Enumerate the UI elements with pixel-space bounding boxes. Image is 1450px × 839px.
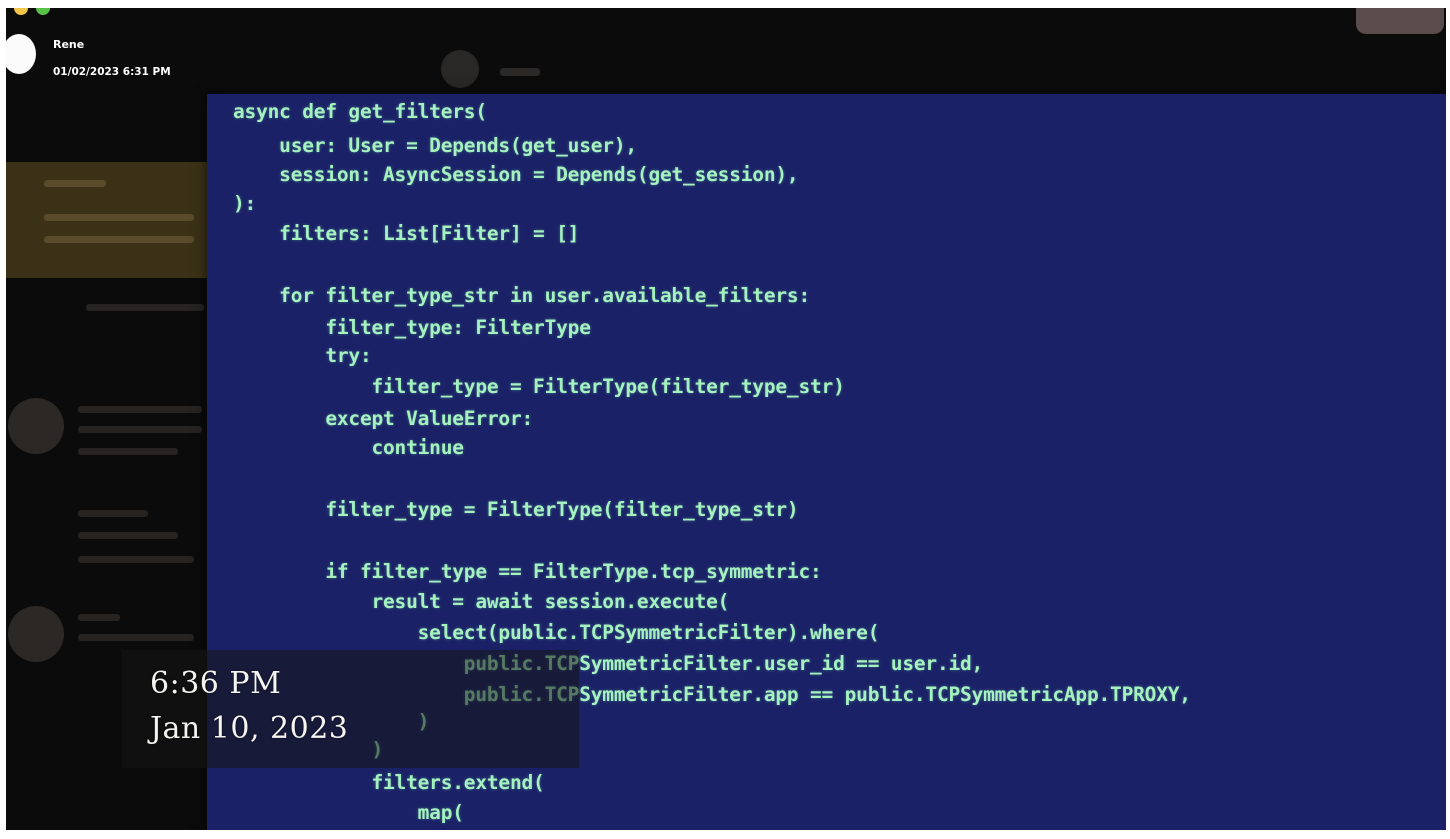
sidebar-item-preview — [78, 448, 178, 455]
code-line: map( — [233, 801, 464, 824]
photo-border — [0, 0, 1450, 8]
overlay-date: Jan 10, 2023 — [150, 711, 349, 746]
code-line: async def get_filters( — [233, 100, 487, 123]
sidebar-item-preview — [78, 556, 194, 563]
photo-border — [1446, 0, 1450, 839]
photo-border — [0, 830, 1450, 839]
contact-avatar[interactable] — [441, 50, 479, 88]
overlay-time: 6:36 PM — [150, 666, 282, 701]
contact-name-blur — [500, 68, 540, 76]
message-timestamp: 01/02/2023 6:31 PM — [53, 66, 171, 78]
sender-name: Rene — [53, 38, 85, 51]
sidebar-item-preview — [78, 426, 202, 433]
sidebar-item[interactable] — [0, 396, 210, 476]
sidebar-item-label — [78, 614, 120, 621]
sidebar-item[interactable] — [0, 290, 210, 330]
avatar — [8, 398, 64, 454]
window-tab[interactable] — [1356, 6, 1444, 34]
code-line: try: — [233, 344, 372, 367]
sidebar-item-label — [78, 510, 148, 517]
code-line: if filter_type == FilterType.tcp_symmetr… — [233, 560, 822, 583]
code-line: ): — [233, 192, 257, 215]
code-line: continue — [233, 436, 464, 459]
avatar[interactable] — [2, 34, 36, 74]
code-line: result = await session.execute( — [233, 590, 730, 613]
sidebar-item-selected[interactable] — [0, 162, 210, 278]
sidebar-item-preview — [44, 214, 194, 221]
code-line: filter_type: FilterType — [233, 316, 591, 339]
sidebar-item-preview — [78, 634, 194, 641]
sidebar-item-label — [78, 406, 202, 413]
photo-border — [0, 0, 6, 839]
sidebar-item-label — [44, 180, 106, 187]
sidebar-item-preview — [78, 532, 178, 539]
code-line: filter_type = FilterType(filter_type_str… — [233, 375, 845, 398]
code-line: for filter_type_str in user.available_fi… — [233, 284, 810, 307]
code-line: except ValueError: — [233, 407, 534, 430]
code-line: filter_type = FilterType(filter_type_str… — [233, 498, 799, 521]
avatar — [8, 606, 64, 662]
sidebar-item[interactable] — [0, 500, 210, 580]
code-line: filters: List[Filter] = [] — [233, 222, 580, 245]
code-line: filters.extend( — [233, 771, 545, 794]
code-line: session: AsyncSession = Depends(get_sess… — [233, 163, 799, 186]
sidebar-item-label — [86, 304, 204, 311]
code-line: user: User = Depends(get_user), — [233, 134, 637, 157]
sidebar-item-preview — [44, 236, 194, 243]
code-line: select(public.TCPSymmetricFilter).where( — [233, 621, 880, 644]
